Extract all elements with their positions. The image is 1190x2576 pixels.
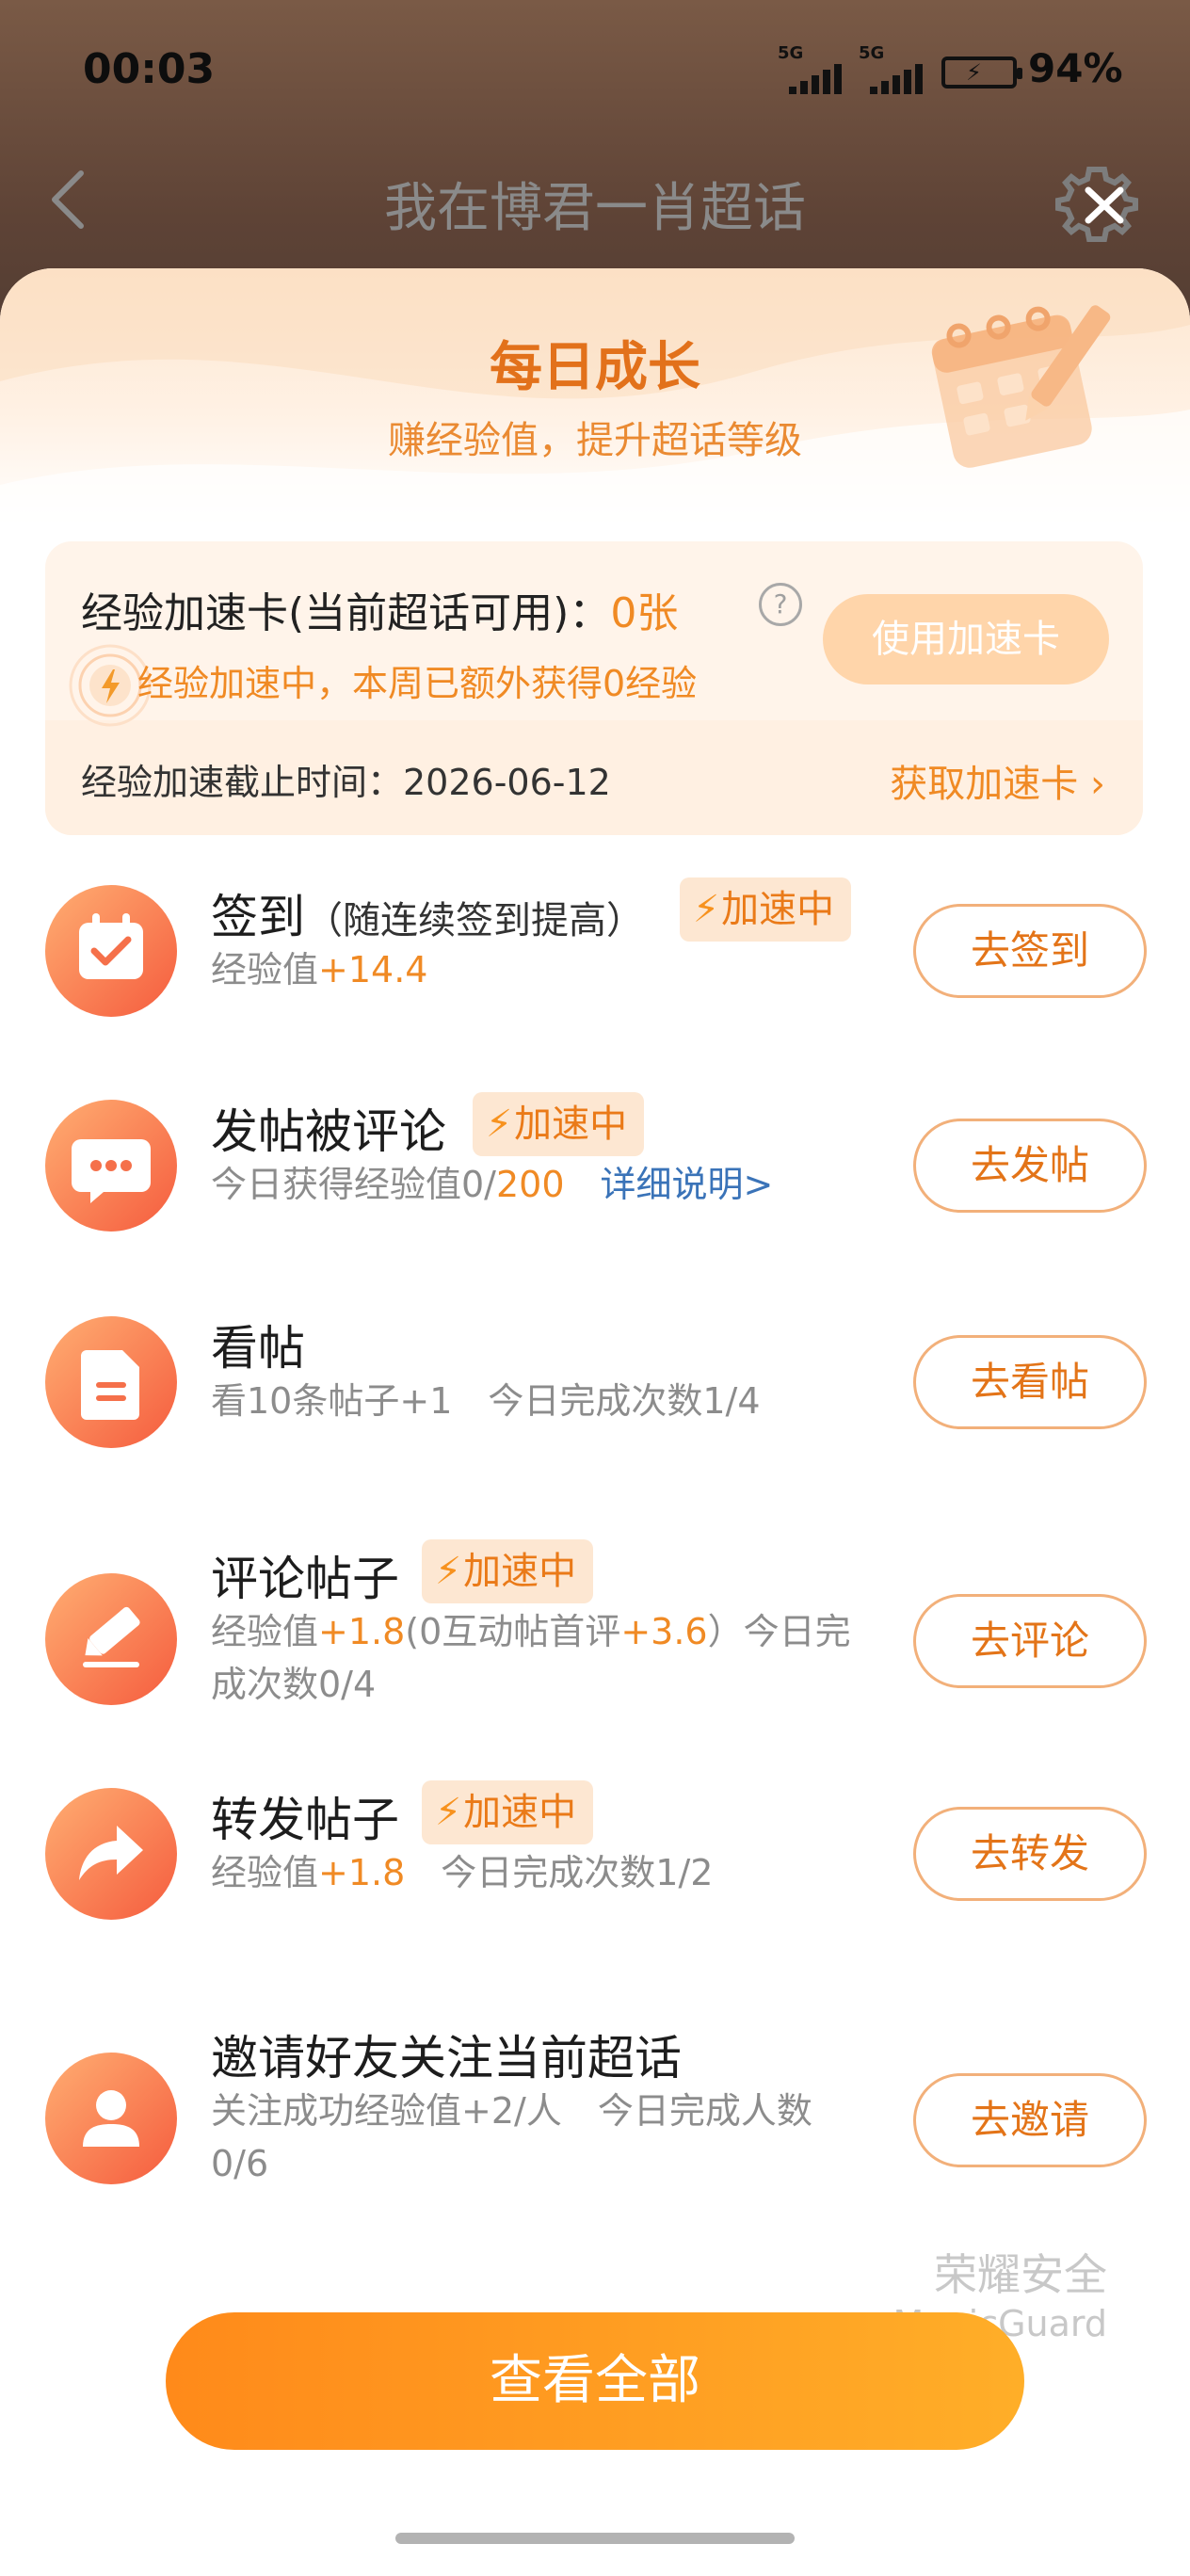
boost-tag-label: 加速中 <box>514 1103 628 1146</box>
task-desc-line-2: 0/6 <box>211 2143 269 2184</box>
go-comment-button[interactable]: 去评论 <box>913 1594 1147 1688</box>
task-desc-line-1: 经验值+1.8(0互动帖首评+3.6）今日完 <box>211 1605 889 1658</box>
task-name: 转发帖子 <box>211 1793 399 1847</box>
booster-deadline: 经验加速截止时间：2026-06-12 <box>81 762 611 803</box>
question-icon[interactable]: ? <box>759 583 802 626</box>
chat-bubble-icon <box>45 1100 177 1232</box>
signal-bars-icon <box>870 64 923 94</box>
boost-tag: ⚡加速中 <box>473 1092 645 1156</box>
task-exp-value: +1.8 <box>318 1611 406 1652</box>
boost-tag: ⚡加速中 <box>680 877 852 942</box>
task-desc-text: 今日完成次数1/2 <box>405 1852 714 1893</box>
task-exp-value: +3.6 <box>620 1611 708 1652</box>
booster-label-text: 经验加速卡(当前超话可用)： <box>81 589 611 637</box>
pencil-icon <box>45 1573 177 1705</box>
lightning-icon: ⚡ <box>435 1550 462 1593</box>
status-bar: 00:03 5G 5G ⚡ 94% <box>0 38 1190 113</box>
task-name: 看帖 <box>211 1321 305 1376</box>
document-icon <box>45 1316 177 1448</box>
battery-icon: ⚡ <box>941 56 1022 89</box>
task-desc: 今日获得经验值0/200 详细说明> <box>211 1158 773 1211</box>
task-desc: 关注成功经验值+2/人 今日完成人数 0/6 <box>211 2085 889 2190</box>
task-name: 邀请好友关注当前超话 <box>211 2031 682 2085</box>
boost-tag-label: 加速中 <box>463 1791 577 1834</box>
task-exp-value: +14.4 <box>318 949 428 990</box>
signal-2-label: 5G <box>859 43 885 63</box>
boost-tag: ⚡加速中 <box>422 1539 594 1603</box>
go-read-button[interactable]: 去看帖 <box>913 1335 1147 1429</box>
sheet-header: 每日成长 赚经验值，提升超话等级 <box>0 268 1190 532</box>
header-title: 每日成长 <box>490 337 700 398</box>
booster-count: 0张 <box>610 589 679 637</box>
task-desc-text: (0互动帖首评 <box>405 1611 621 1652</box>
task-desc: 经验值+14.4 <box>211 943 427 996</box>
task-name: 发帖被评论 <box>211 1104 446 1159</box>
booster-label: 经验加速卡(当前超话可用)：0张 <box>81 579 678 639</box>
user-icon <box>45 2053 177 2184</box>
task-desc-text: 经验值 <box>211 1852 319 1893</box>
booster-card: 经验加速卡(当前超话可用)：0张 ? 使用加速卡 经验加速中，本周已额外获得0经… <box>45 541 1143 835</box>
boost-tag-label: 加速中 <box>463 1550 577 1593</box>
task-note: （随连续签到提高） <box>305 899 644 942</box>
battery-percent: 94% <box>1028 45 1123 91</box>
lightning-icon: ⚡ <box>486 1103 513 1146</box>
gear-close-icon <box>1055 167 1138 242</box>
lightning-icon: ⚡ <box>435 1791 462 1834</box>
calendar-check-icon <box>45 885 177 1017</box>
task-exp-value: 200 <box>495 1164 565 1205</box>
go-checkin-button[interactable]: 去签到 <box>913 904 1147 998</box>
task-name: 评论帖子 <box>211 1552 399 1606</box>
task-desc-text: 经验值 <box>211 1611 319 1652</box>
get-booster-link-label: 获取加速卡 <box>890 763 1079 806</box>
task-desc-line-1: 关注成功经验值+2/人 今日完成人数 <box>211 2090 812 2132</box>
settings-close-button[interactable] <box>1054 162 1139 247</box>
get-booster-link[interactable]: 获取加速卡 › <box>890 753 1105 808</box>
header-subtitle: 赚经验值，提升超话等级 <box>388 419 802 462</box>
task-name: 签到（随连续签到提高） <box>211 879 644 947</box>
chevron-right-icon: › <box>1090 763 1105 806</box>
home-indicator[interactable] <box>395 2533 795 2544</box>
task-desc: 经验值+1.8 今日完成次数1/2 <box>211 1846 713 1899</box>
use-booster-button[interactable]: 使用加速卡 <box>823 594 1109 684</box>
go-share-button[interactable]: 去转发 <box>913 1807 1147 1901</box>
detail-link[interactable]: 详细说明> <box>601 1164 774 1205</box>
go-invite-button[interactable]: 去邀请 <box>913 2073 1147 2167</box>
view-all-button[interactable]: 查看全部 <box>166 2312 1024 2450</box>
boost-tag-label: 加速中 <box>721 888 835 931</box>
task-desc-text: 经验值 <box>211 949 319 990</box>
signal-1-label: 5G <box>778 43 804 63</box>
nav-bar: 我在博君一肖超话 <box>0 151 1190 254</box>
lightning-icon: ⚡ <box>693 888 720 931</box>
go-post-button[interactable]: 去发帖 <box>913 1119 1147 1213</box>
task-name-text: 签到 <box>211 890 305 944</box>
page-title: 我在博君一肖超话 <box>384 178 806 239</box>
boost-tag: ⚡加速中 <box>422 1780 594 1844</box>
status-time: 00:03 <box>83 45 216 93</box>
task-exp-value: +1.8 <box>318 1852 406 1893</box>
task-desc-text: ）今日完 <box>707 1611 851 1652</box>
task-desc: 经验值+1.8(0互动帖首评+3.6）今日完 成次数0/4 <box>211 1605 889 1711</box>
watermark-line-1: 荣耀安全 <box>934 2249 1107 2300</box>
daily-growth-sheet: 每日成长 赚经验值，提升超话等级 经验加速卡(当前超话可用)：0张 ? 使用加速… <box>0 268 1190 2576</box>
forward-arrow-icon <box>45 1788 177 1920</box>
task-desc-text: 今日获得经验值0/ <box>211 1164 496 1205</box>
task-desc: 看10条帖子+1 今日完成次数1/4 <box>211 1380 761 1422</box>
booster-status: 经验加速中，本周已额外获得0经验 <box>137 663 698 704</box>
task-desc-line-2: 成次数0/4 <box>211 1664 377 1705</box>
signal-bars-icon <box>789 64 842 94</box>
